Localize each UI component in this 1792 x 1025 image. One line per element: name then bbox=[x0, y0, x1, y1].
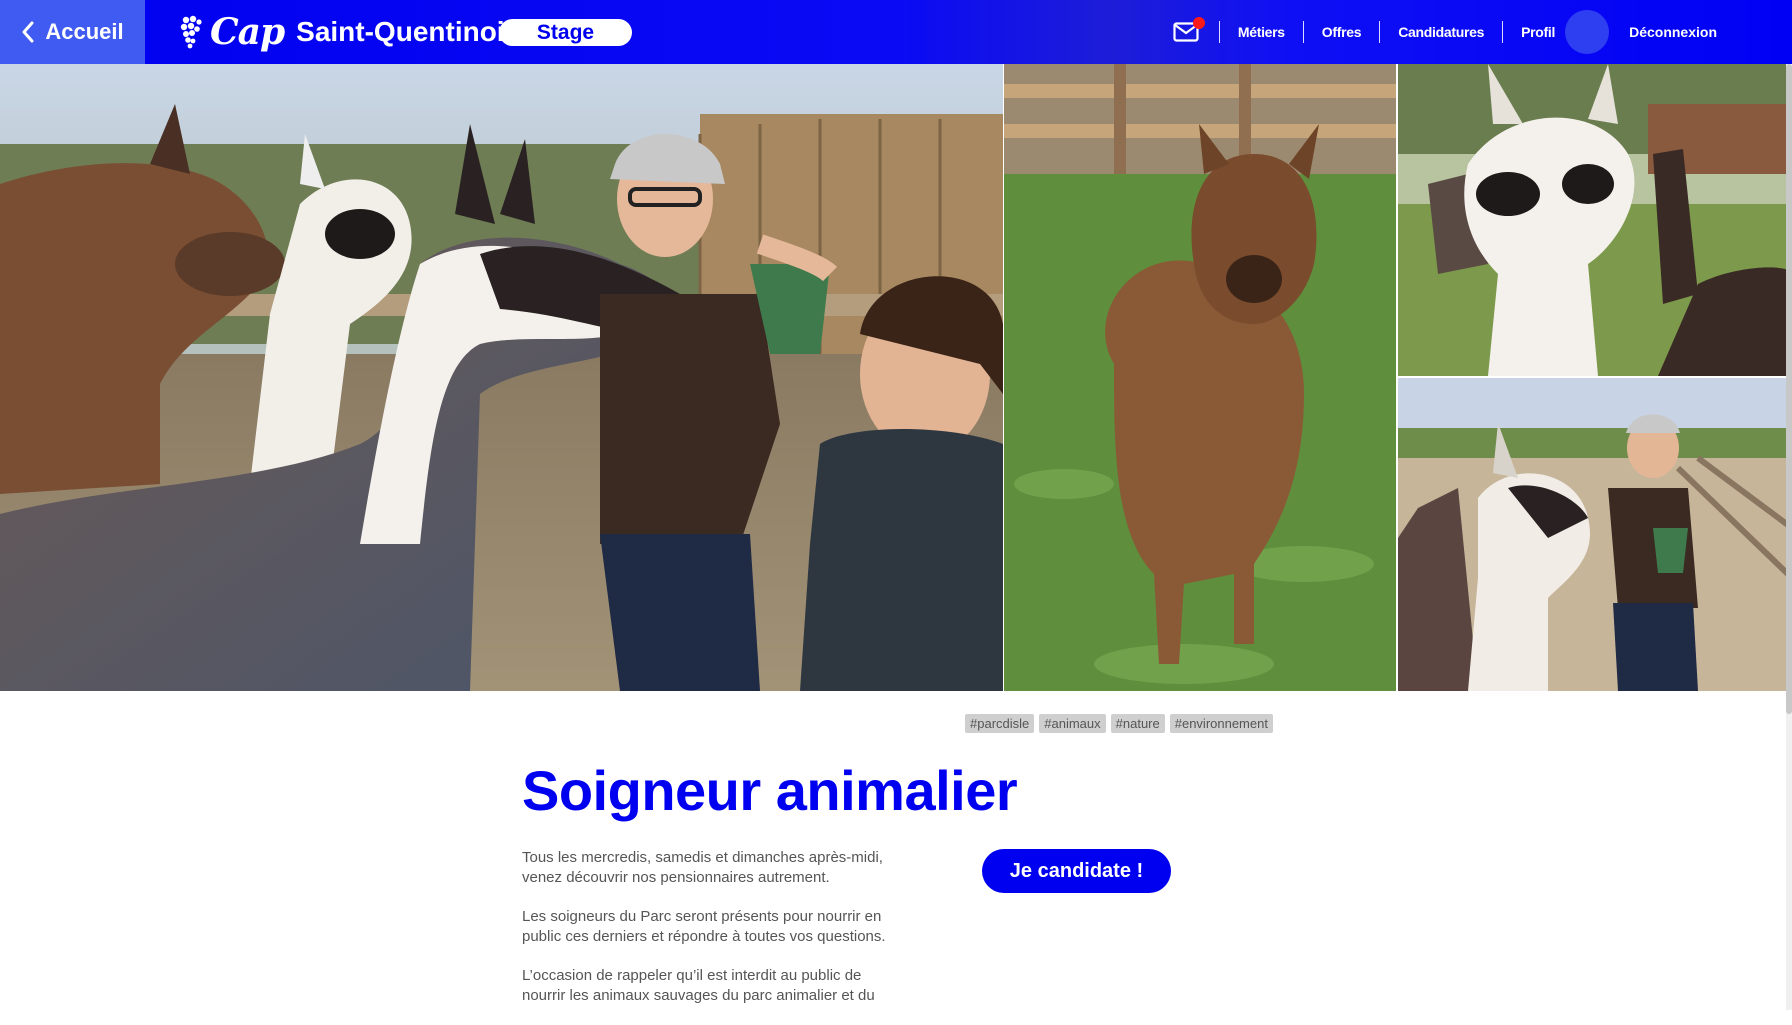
alpaca-photo[interactable] bbox=[1004, 64, 1396, 691]
description-paragraph: L’occasion de rappeler qu’il est interdi… bbox=[522, 967, 875, 1004]
back-home-label: Accueil bbox=[45, 19, 124, 44]
nav-divider bbox=[1379, 21, 1381, 43]
keeper-feeding-llamas-photo[interactable] bbox=[1398, 378, 1792, 691]
nav-divider bbox=[1302, 21, 1304, 43]
nav-divider bbox=[1218, 21, 1220, 43]
tag-item[interactable]: #nature bbox=[1110, 714, 1165, 733]
tag-item[interactable]: #environnement bbox=[1169, 714, 1273, 733]
photo-gallery bbox=[0, 64, 1792, 691]
nav-divider bbox=[1502, 21, 1504, 43]
tag-item[interactable]: #parcdisle bbox=[965, 714, 1035, 733]
llama-closeup-photo[interactable] bbox=[1398, 64, 1792, 376]
unread-notification-dot bbox=[1192, 17, 1205, 29]
tag-list: #parcdisle #animaux #nature #environneme… bbox=[965, 714, 1273, 733]
avatar[interactable] bbox=[1565, 10, 1610, 54]
description-paragraph: Tous les mercredis, samedis et dimanches… bbox=[522, 849, 883, 886]
back-home-button[interactable]: Accueil bbox=[0, 0, 145, 64]
brand-city-text: Saint-Quentinois bbox=[296, 16, 521, 47]
apply-button[interactable]: Je candidate ! bbox=[982, 849, 1171, 893]
llamas-with-keeper-photo[interactable] bbox=[0, 64, 1003, 691]
messages-button[interactable] bbox=[1173, 17, 1205, 42]
description-paragraph: Les soigneurs du Parc seront présents po… bbox=[522, 908, 886, 945]
scrollbar-thumb[interactable] bbox=[1786, 64, 1792, 714]
brand-cap-text: Cap bbox=[210, 11, 285, 53]
nav-link-profil[interactable]: Profil bbox=[1503, 24, 1559, 40]
chevron-left-icon bbox=[22, 21, 34, 43]
page-title: Soigneur animalier bbox=[522, 759, 1018, 822]
offer-description: Tous les mercredis, samedis et dimanches… bbox=[522, 848, 902, 1025]
top-navigation-bar: Accueil Cap Saint-Quentinois Stage Métie… bbox=[0, 0, 1792, 64]
logout-link[interactable]: Déconnexion bbox=[1629, 24, 1717, 40]
nav-link-metiers[interactable]: Métiers bbox=[1220, 24, 1303, 40]
tag-item[interactable]: #animaux bbox=[1039, 714, 1106, 733]
brand-logo[interactable]: Cap Saint-Quentinois bbox=[180, 10, 520, 54]
grapes-icon bbox=[180, 15, 202, 49]
main-nav: Métiers Offres Candidatures Profil Décon… bbox=[1173, 0, 1792, 64]
mode-badge[interactable]: Stage bbox=[499, 19, 632, 46]
nav-link-offres[interactable]: Offres bbox=[1304, 24, 1379, 40]
nav-link-candidatures[interactable]: Candidatures bbox=[1380, 24, 1502, 40]
